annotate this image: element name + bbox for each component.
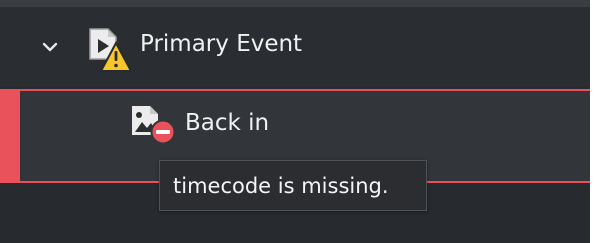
tree-item-label: Primary Event (140, 31, 303, 57)
tooltip-text: timecode is missing. (173, 174, 389, 198)
video-warning-icon (89, 28, 132, 72)
error-indicator-bar (0, 89, 20, 183)
chevron-down-icon[interactable] (40, 37, 60, 57)
error-tooltip: timecode is missing. (159, 160, 427, 211)
panel-edge (590, 0, 598, 243)
image-error-icon (132, 106, 176, 145)
tree-row-primary-event[interactable]: Primary Event (0, 7, 590, 87)
top-divider (0, 0, 598, 7)
tree-item-label: Back in (185, 110, 270, 136)
event-tree-panel: Primary Event Back in timecode is missin… (0, 0, 598, 243)
